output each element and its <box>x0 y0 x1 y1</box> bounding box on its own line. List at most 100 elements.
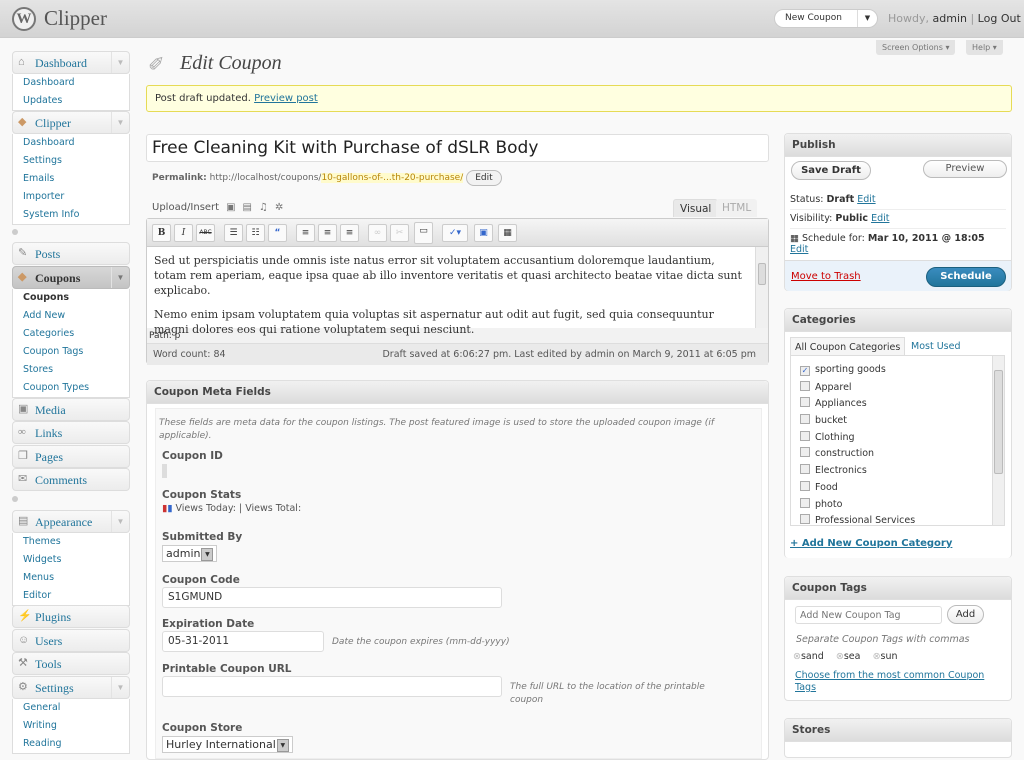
submitted-by-select[interactable]: admin ▼ <box>162 545 218 562</box>
checkbox[interactable] <box>800 397 810 408</box>
align-left-icon[interactable]: ≡ <box>296 224 315 242</box>
checkbox[interactable] <box>800 414 810 425</box>
box-title[interactable]: Publish <box>785 134 1011 157</box>
audio-icon[interactable]: ♫ <box>259 202 268 213</box>
preview-post-link[interactable]: Preview post <box>254 93 318 104</box>
tab-most-used[interactable]: Most Used <box>911 341 960 352</box>
submenu-item[interactable]: Editor <box>13 587 129 605</box>
wordpress-logo-icon[interactable]: W <box>12 7 36 31</box>
menu-clipper[interactable]: ◆ Clipper ▼ <box>12 111 130 134</box>
tab-all-categories[interactable]: All Coupon Categories <box>790 337 906 355</box>
blockquote-icon[interactable]: “ <box>268 224 287 242</box>
align-right-icon[interactable]: ≡ <box>340 224 359 242</box>
numbered-list-icon[interactable]: ☷ <box>246 224 265 242</box>
category-item[interactable]: Appliances <box>791 397 1004 414</box>
checkbox[interactable] <box>800 480 810 491</box>
add-tag-input[interactable] <box>795 606 942 624</box>
menu-appearance[interactable]: ▤ Appearance ▼ <box>12 510 130 533</box>
edit-schedule-link[interactable]: Edit <box>790 244 808 255</box>
remove-tag-icon[interactable]: ⊗ <box>873 651 881 662</box>
box-title[interactable]: Coupon Tags <box>785 577 1011 600</box>
menu-settings[interactable]: ⚙ Settings ▼ <box>12 676 130 699</box>
media-icon[interactable]: ✲ <box>275 202 283 213</box>
remove-tag-icon[interactable]: ⊗ <box>836 651 844 662</box>
checkbox[interactable] <box>800 514 810 525</box>
category-item[interactable]: Food <box>791 480 1004 498</box>
logout-link[interactable]: Log Out <box>978 12 1021 25</box>
coupon-code-input[interactable]: S1GMUND <box>162 587 502 608</box>
menu-coupons[interactable]: ◆ Coupons ▼ <box>12 266 130 289</box>
expiration-date-input[interactable]: 05-31-2011 <box>162 631 324 652</box>
category-scrollbar[interactable] <box>992 356 1004 525</box>
edit-permalink-button[interactable]: Edit <box>466 170 502 186</box>
category-item[interactable]: bucket <box>791 414 1004 431</box>
align-center-icon[interactable]: ≡ <box>318 224 337 242</box>
menu-media[interactable]: ▣ Media <box>12 398 130 421</box>
checkbox[interactable] <box>800 464 810 475</box>
checkbox[interactable] <box>800 497 810 508</box>
italic-icon[interactable]: I <box>174 224 193 242</box>
help-button[interactable]: Help ▾ <box>966 40 1003 55</box>
unlink-icon[interactable]: ✂ <box>390 224 409 242</box>
user-link[interactable]: admin <box>933 12 967 25</box>
permalink-slug[interactable]: 10-gallons-of-...th-20-purchase/ <box>321 173 464 183</box>
save-draft-button[interactable]: Save Draft <box>791 161 871 180</box>
kitchen-sink-icon[interactable]: ▦ <box>498 224 517 242</box>
editor-content[interactable]: Sed ut perspiciatis unde omnis iste natu… <box>147 247 756 336</box>
edit-visibility-link[interactable]: Edit <box>871 213 889 224</box>
video-icon[interactable]: ▤ <box>243 202 252 213</box>
image-icon[interactable]: ▣ <box>226 202 235 213</box>
box-title[interactable]: Stores <box>785 719 1011 742</box>
submenu-item[interactable]: Categories <box>13 325 129 343</box>
link-icon[interactable]: ∞ <box>368 224 387 242</box>
screen-options-button[interactable]: Screen Options ▾ <box>876 40 956 55</box>
submenu-item[interactable]: Reading <box>13 735 129 753</box>
category-item[interactable]: Clothing <box>791 430 1004 448</box>
submenu-item[interactable]: Importer <box>13 188 129 206</box>
category-item[interactable]: Professional Services <box>791 514 1004 531</box>
category-item[interactable]: Apparel <box>791 380 1004 398</box>
site-title[interactable]: Clipper <box>44 6 107 31</box>
menu-tools[interactable]: ⚒ Tools <box>12 652 130 675</box>
category-item[interactable]: ✓ sporting goods <box>791 364 1004 381</box>
scroll-thumb[interactable] <box>994 370 1003 474</box>
move-to-trash-link[interactable]: Move to Trash <box>791 271 861 282</box>
menu-users[interactable]: ☺ Users <box>12 629 130 652</box>
category-item[interactable]: photo <box>791 497 1004 515</box>
submenu-item[interactable]: Dashboard <box>13 134 129 152</box>
submenu-item[interactable]: Menus <box>13 569 129 587</box>
add-tag-button[interactable]: Add <box>947 605 984 624</box>
post-title-input[interactable]: Free Cleaning Kit with Purchase of dSLR … <box>146 134 769 162</box>
printable-url-input[interactable] <box>162 676 502 697</box>
spellcheck-icon[interactable]: ✓▾ <box>442 224 468 242</box>
scroll-thumb[interactable] <box>758 263 766 285</box>
submenu-item[interactable]: Coupon Tags <box>13 343 129 361</box>
category-item[interactable]: Electronics <box>791 464 1004 481</box>
menu-posts[interactable]: ✎ Posts <box>12 242 130 265</box>
submenu-item[interactable]: Dashboard <box>13 74 129 92</box>
submenu-item[interactable]: Themes <box>13 533 129 551</box>
submenu-item[interactable]: Coupon Types <box>13 379 129 397</box>
chevron-down-icon[interactable]: ▼ <box>857 10 877 27</box>
edit-status-link[interactable]: Edit <box>857 194 875 205</box>
strikethrough-icon[interactable]: ABC <box>196 224 215 242</box>
checkbox[interactable] <box>800 447 810 458</box>
chevron-down-icon[interactable]: ▼ <box>111 511 129 532</box>
submenu-item[interactable]: Writing <box>13 717 129 735</box>
remove-tag-icon[interactable]: ⊗ <box>793 651 801 662</box>
tab-html[interactable]: HTML <box>716 199 758 217</box>
submenu-item[interactable]: General <box>13 699 129 717</box>
box-title[interactable]: Categories <box>785 309 1011 332</box>
schedule-button[interactable]: Schedule <box>926 267 1006 287</box>
menu-pages[interactable]: ❐ Pages <box>12 445 130 468</box>
new-coupon-button[interactable]: New Coupon ▼ <box>774 9 878 28</box>
menu-dashboard[interactable]: ⌂ Dashboard ▼ <box>12 51 130 74</box>
menu-comments[interactable]: ✉ Comments <box>12 468 130 491</box>
submenu-item[interactable]: Widgets <box>13 551 129 569</box>
editor-scrollbar[interactable] <box>755 247 768 328</box>
category-item[interactable]: construction <box>791 447 1004 464</box>
chevron-down-icon[interactable]: ▼ <box>111 267 129 288</box>
checkbox[interactable] <box>800 430 810 441</box>
menu-links[interactable]: ∞ Links <box>12 421 130 444</box>
tab-visual[interactable]: Visual <box>673 199 719 217</box>
